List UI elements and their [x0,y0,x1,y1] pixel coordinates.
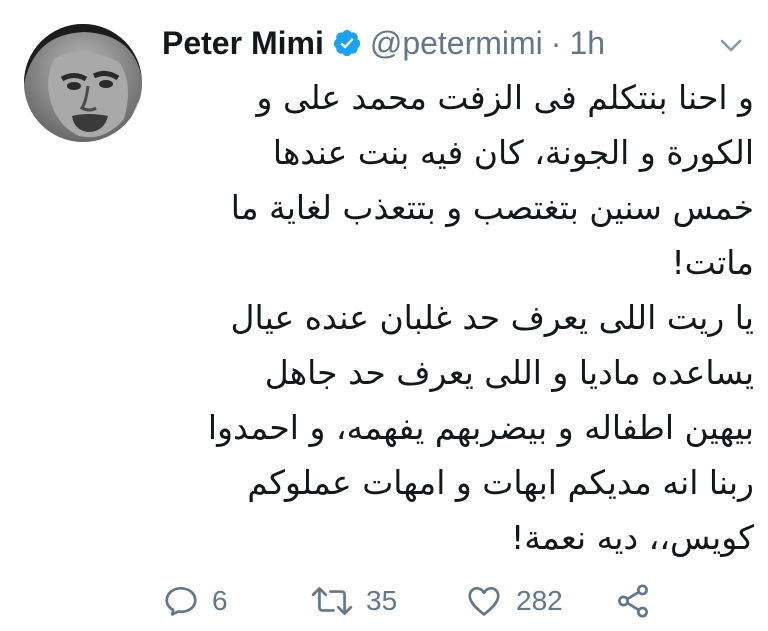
avatar[interactable] [24,24,142,142]
verified-badge-icon [333,29,360,57]
tweet-actions: 6 35 282 [162,578,722,624]
chevron-down-icon[interactable] [718,34,744,56]
retweet-icon [311,587,353,615]
like-count: 282 [516,585,563,616]
display-name[interactable]: Peter Mimi [162,25,324,62]
tweet-text-line: خمس سنين بتغتصب و بتتعذب لغاية ما [230,188,754,227]
retweet-button[interactable]: 35 [310,578,397,624]
tweet-text-line: يساعده ماديا و اللى يعرف حد جاهل [264,353,754,392]
reply-button[interactable]: 6 [162,578,228,624]
heart-icon [468,586,500,616]
timestamp[interactable]: 1h [569,25,605,62]
retweet-count: 35 [366,585,398,616]
reply-count: 6 [212,585,228,616]
share-icon [618,584,648,618]
tweet-text-line: ربنا انه مديكم ابهات و امهات عملوكم [247,463,754,502]
user-handle[interactable]: @petermimi [370,25,543,62]
avatar-image [24,24,142,142]
tweet-text-line: كويس،، ديه نعمة! [511,518,754,557]
share-button[interactable] [614,578,652,624]
tweet-text: و احنا بنتكلم فى الزفت محمد على و الكورة… [162,70,754,565]
tweet-text-line: ماتت! [671,243,754,282]
tweet: Peter Mimi @petermimi · 1h و احنا بنتكلم… [0,0,768,631]
like-button[interactable]: 282 [464,578,563,624]
tweet-text-line: الكورة و الجونة، كان فيه بنت عندها [272,133,754,172]
tweet-text-line: يا ريت اللى يعرف حد غلبان عنده عيال [230,298,754,337]
reply-icon [165,586,197,616]
separator-dot: · [550,24,562,61]
tweet-text-line: بيهين اطفاله و بيضربهم يفهمه، و احمدوا [207,408,754,447]
tweet-header: Peter Mimi @petermimi · 1h [162,20,605,66]
tweet-text-line: و احنا بنتكلم فى الزفت محمد على و [256,78,754,117]
